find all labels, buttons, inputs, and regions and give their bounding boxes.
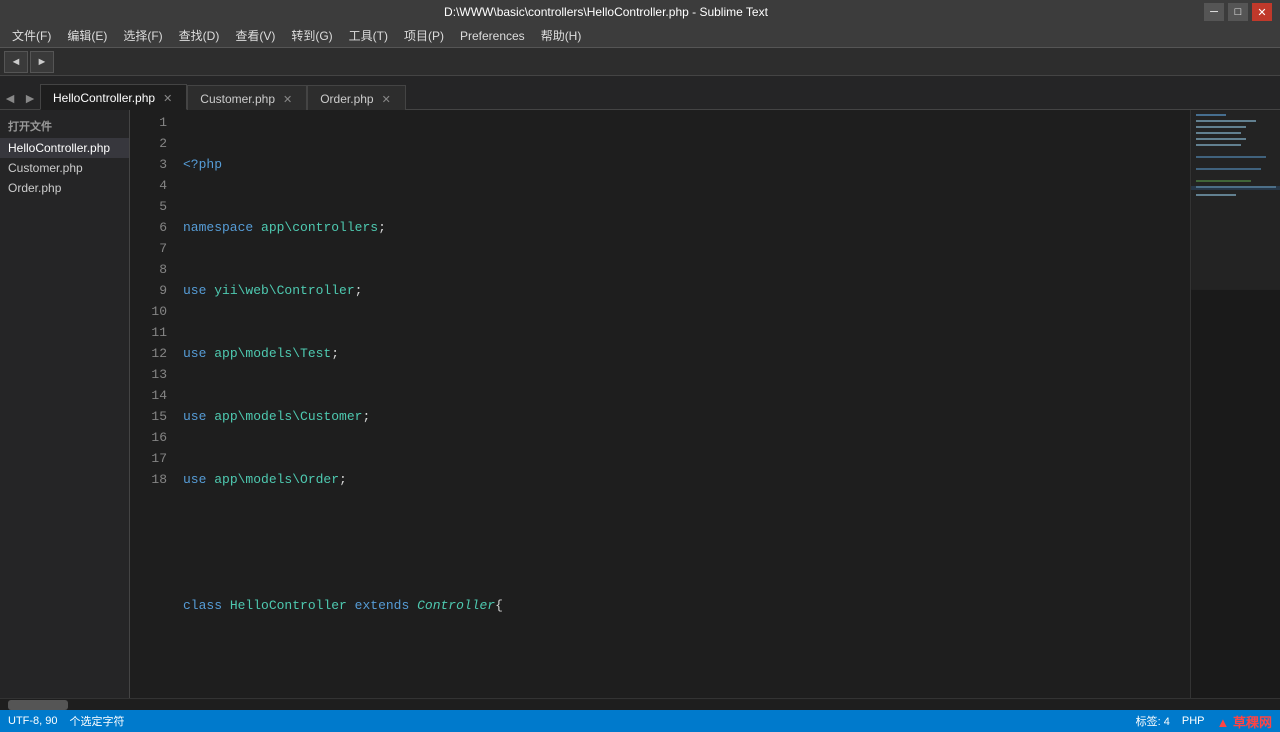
toolbar: ◄ ► — [0, 48, 1280, 76]
line-num-2: 2 — [130, 133, 167, 154]
menu-find[interactable]: 查找(D) — [171, 25, 228, 46]
menu-preferences[interactable]: Preferences — [452, 27, 533, 45]
line-num-17: 17 — [130, 448, 167, 469]
menu-edit[interactable]: 编辑(E) — [59, 25, 115, 46]
status-language: PHP — [1182, 715, 1205, 727]
menu-view[interactable]: 查看(V) — [227, 25, 283, 46]
menu-select[interactable]: 选择(F) — [115, 25, 170, 46]
status-bar: UTF-8, 90 个选定字符 标签: 4 PHP ▲ 草稞网 — [0, 710, 1280, 732]
line-num-12: 12 — [130, 343, 167, 364]
code-area[interactable]: <?php namespace app\controllers; use yii… — [175, 110, 1190, 698]
sidebar-item-customer[interactable]: Customer.php — [0, 158, 129, 178]
menu-goto[interactable]: 转到(G) — [283, 25, 340, 46]
status-right: 标签: 4 PHP ▲ 草稞网 — [1136, 712, 1272, 731]
sidebar-item-hello-controller[interactable]: HelloController.php — [0, 138, 129, 158]
line-num-4: 4 — [130, 175, 167, 196]
tab-next-button[interactable]: ► — [20, 87, 40, 109]
status-encoding: UTF-8, 90 — [8, 715, 58, 727]
code-line-4: use app\models\Test; — [183, 343, 1190, 364]
sidebar-header: 打开文件 — [0, 114, 129, 138]
menu-bar: 文件(F) 编辑(E) 选择(F) 查找(D) 查看(V) 转到(G) 工具(T… — [0, 24, 1280, 48]
tab-hello-controller-close[interactable]: ✕ — [161, 92, 174, 105]
tab-hello-controller-label: HelloController.php — [53, 91, 155, 105]
main-area: 打开文件 HelloController.php Customer.php Or… — [0, 110, 1280, 698]
code-line-5: use app\models\Customer; — [183, 406, 1190, 427]
status-selection: 个选定字符 — [70, 713, 125, 729]
code-line-1: <?php — [183, 154, 1190, 175]
code-line-2: namespace app\controllers; — [183, 217, 1190, 238]
minimap — [1190, 110, 1280, 698]
minimap-canvas — [1191, 110, 1280, 510]
code-line-9 — [183, 658, 1190, 679]
line-num-9: 9 — [130, 280, 167, 301]
tab-hello-controller[interactable]: HelloController.php ✕ — [40, 84, 187, 110]
line-num-15: 15 — [130, 406, 167, 427]
status-left: UTF-8, 90 个选定字符 — [8, 713, 125, 729]
code-line-3: use yii\web\Controller; — [183, 280, 1190, 301]
sidebar-item-order[interactable]: Order.php — [0, 178, 129, 198]
scrollbar-thumb[interactable] — [8, 700, 68, 710]
line-num-8: 8 — [130, 259, 167, 280]
tab-order-label: Order.php — [320, 92, 373, 106]
line-num-14: 14 — [130, 385, 167, 406]
code-line-7 — [183, 532, 1190, 553]
tab-customer-label: Customer.php — [200, 92, 275, 106]
line-num-7: 7 — [130, 238, 167, 259]
menu-help[interactable]: 帮助(H) — [533, 25, 590, 46]
line-num-6: 6 — [130, 217, 167, 238]
line-num-13: 13 — [130, 364, 167, 385]
minimize-button[interactable]: ─ — [1204, 3, 1224, 21]
line-num-1: 1 — [130, 112, 167, 133]
restore-button[interactable]: □ — [1228, 3, 1248, 21]
line-num-10: 10 — [130, 301, 167, 322]
code-line-8: class HelloController extends Controller… — [183, 595, 1190, 616]
close-button[interactable]: ✕ — [1252, 3, 1272, 21]
status-line: 标签: 4 — [1136, 713, 1170, 729]
editor[interactable]: 1 2 3 4 5 6 7 8 9 10 11 12 13 14 15 16 1… — [130, 110, 1190, 698]
line-num-18: 18 — [130, 469, 167, 490]
line-num-3: 3 — [130, 154, 167, 175]
toolbar-back-button[interactable]: ◄ — [4, 51, 28, 73]
menu-project[interactable]: 项目(P) — [396, 25, 452, 46]
tab-customer[interactable]: Customer.php ✕ — [187, 85, 307, 110]
title-bar-buttons: ─ □ ✕ — [1204, 3, 1272, 21]
tab-customer-close[interactable]: ✕ — [281, 93, 294, 106]
line-num-11: 11 — [130, 322, 167, 343]
watermark: ▲ 草稞网 — [1217, 712, 1273, 731]
code-line-6: use app\models\Order; — [183, 469, 1190, 490]
bottom-scrollbar[interactable] — [0, 698, 1280, 710]
tab-order[interactable]: Order.php ✕ — [307, 85, 406, 110]
tab-prev-button[interactable]: ◄ — [0, 87, 20, 109]
toolbar-forward-button[interactable]: ► — [30, 51, 54, 73]
sidebar: 打开文件 HelloController.php Customer.php Or… — [0, 110, 130, 698]
line-num-16: 16 — [130, 427, 167, 448]
tab-bar: ◄ ► HelloController.php ✕ Customer.php ✕… — [0, 76, 1280, 110]
line-num-5: 5 — [130, 196, 167, 217]
menu-file[interactable]: 文件(F) — [4, 25, 59, 46]
tab-order-close[interactable]: ✕ — [380, 93, 393, 106]
line-numbers: 1 2 3 4 5 6 7 8 9 10 11 12 13 14 15 16 1… — [130, 110, 175, 698]
menu-tools[interactable]: 工具(T) — [341, 25, 396, 46]
title-bar: D:\WWW\basic\controllers\HelloController… — [0, 0, 1280, 24]
title-bar-text: D:\WWW\basic\controllers\HelloController… — [8, 5, 1204, 19]
